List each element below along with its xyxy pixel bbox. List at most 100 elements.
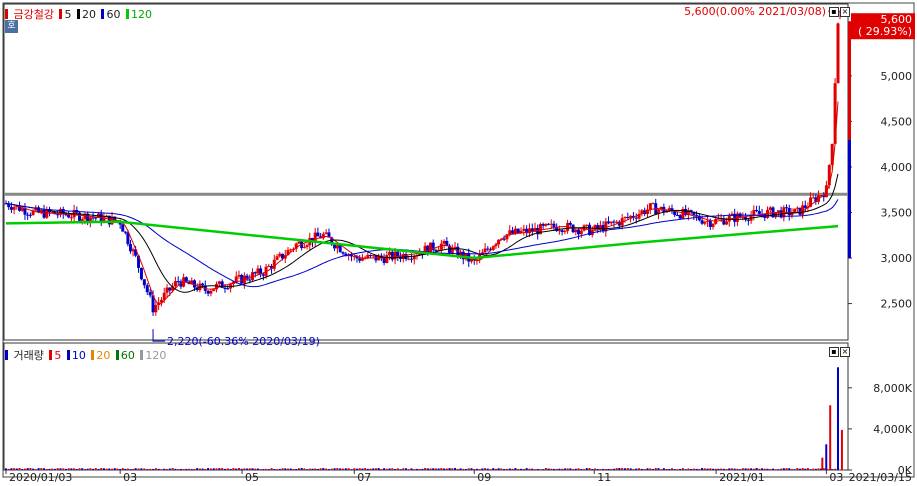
stock-name[interactable]: 금강철강: [14, 8, 54, 21]
candle-body: [121, 224, 125, 232]
volume-bar: [243, 468, 246, 470]
candle-body: [385, 255, 389, 263]
volume-bar: [508, 468, 511, 470]
volume-bar: [429, 468, 432, 470]
volume-bar: [235, 468, 238, 470]
candle-body: [755, 210, 759, 212]
candle-body: [442, 240, 446, 244]
volume-bar: [218, 468, 221, 470]
volume-bar: [806, 468, 809, 470]
vma120-legend-label[interactable]: 120: [145, 349, 166, 362]
candle-body: [145, 285, 149, 293]
candle-body: [20, 208, 24, 211]
volume-bar: [256, 468, 259, 470]
ma5-marker-icon: [59, 9, 63, 19]
volume-bar: [788, 468, 791, 470]
volume-bar: [394, 468, 397, 470]
candle-body: [253, 272, 257, 274]
candle-body: [725, 221, 729, 225]
volume-bar: [646, 468, 649, 470]
volume-bar: [32, 468, 35, 470]
x-tick-label: 07: [357, 471, 371, 482]
candle-body: [139, 267, 143, 280]
volume-bar: [174, 468, 177, 470]
volume-bar: [629, 468, 632, 470]
candle-body: [261, 274, 265, 276]
volume-bar: [574, 468, 577, 470]
volume-bar: [585, 468, 588, 470]
candle-body: [248, 279, 252, 281]
volume-close-button[interactable]: ×: [840, 347, 850, 357]
vma20-legend-label[interactable]: 20: [96, 349, 110, 362]
volume-bar: [676, 469, 679, 470]
candle-body: [390, 251, 394, 260]
candle-body: [165, 287, 169, 293]
volume-bar: [761, 468, 764, 470]
ma60-legend-label[interactable]: 60: [106, 8, 120, 21]
vma60-legend-label[interactable]: 60: [121, 349, 135, 362]
volume-bar: [413, 469, 416, 470]
maximize-button[interactable]: ▪: [829, 7, 839, 17]
volume-bar: [336, 467, 339, 470]
volume-bar: [295, 468, 298, 470]
ma20-legend-label[interactable]: 20: [82, 8, 96, 21]
ma60-marker-icon: [101, 9, 105, 19]
candle-body: [716, 218, 720, 220]
volume-bar: [687, 468, 690, 470]
range-bar-up: [848, 21, 851, 140]
volume-bar: [325, 468, 328, 470]
volume-bar: [154, 468, 157, 470]
candle-body: [50, 211, 54, 213]
volume-bar: [525, 468, 528, 470]
ma120-legend-label[interactable]: 120: [131, 8, 152, 21]
volume-bar: [668, 468, 671, 470]
close-button[interactable]: ×: [840, 7, 850, 17]
volume-bar: [358, 468, 361, 470]
volume-bar: [149, 468, 152, 470]
hoga-icon[interactable]: 호: [5, 20, 18, 33]
volume-bar: [212, 468, 215, 470]
volume-bar-spike: [837, 367, 839, 470]
volume-bar: [34, 469, 37, 470]
candle-body: [768, 207, 772, 210]
volume-bar: [722, 468, 725, 470]
volume-bar: [596, 468, 599, 470]
volume-bar: [785, 468, 788, 470]
volume-bar: [652, 469, 655, 470]
volume-bar: [388, 468, 391, 470]
volume-bar: [54, 468, 57, 470]
volume-bar: [330, 468, 333, 470]
candle-body: [371, 255, 375, 257]
x-tick-label: 2020/01/03: [9, 471, 72, 482]
volume-bar: [254, 468, 257, 470]
volume-bar: [618, 467, 621, 470]
candle-body: [574, 229, 578, 233]
volume-bar: [503, 469, 506, 470]
x-end-label: 2021/03/15: [849, 471, 912, 482]
volume-bar: [730, 468, 733, 470]
vma5-legend-label[interactable]: 5: [54, 349, 61, 362]
volume-maximize-button[interactable]: ▪: [829, 347, 839, 357]
volume-title[interactable]: 거래량: [14, 349, 44, 362]
volume-bar: [182, 469, 185, 470]
volume-bar: [262, 469, 265, 470]
volume-bar: [140, 468, 143, 470]
candle-body: [256, 268, 260, 274]
volume-bar: [391, 468, 394, 470]
price-tick-label: 4,500: [881, 115, 913, 128]
candle-body: [516, 228, 520, 233]
vma120-marker-icon: [140, 350, 144, 360]
candle-body: [585, 224, 589, 226]
volume-bar: [681, 468, 684, 470]
ma5-legend-label[interactable]: 5: [64, 8, 71, 21]
candle-body: [549, 223, 553, 225]
candle-body: [651, 203, 655, 205]
vma10-legend-label[interactable]: 10: [72, 349, 86, 362]
volume-bar: [437, 468, 440, 470]
candle-body: [678, 215, 682, 219]
volume-bar: [21, 469, 24, 470]
volume-bar: [588, 467, 591, 470]
volume-bar: [533, 469, 536, 470]
candle-body: [615, 221, 619, 223]
volume-bar: [790, 469, 793, 470]
